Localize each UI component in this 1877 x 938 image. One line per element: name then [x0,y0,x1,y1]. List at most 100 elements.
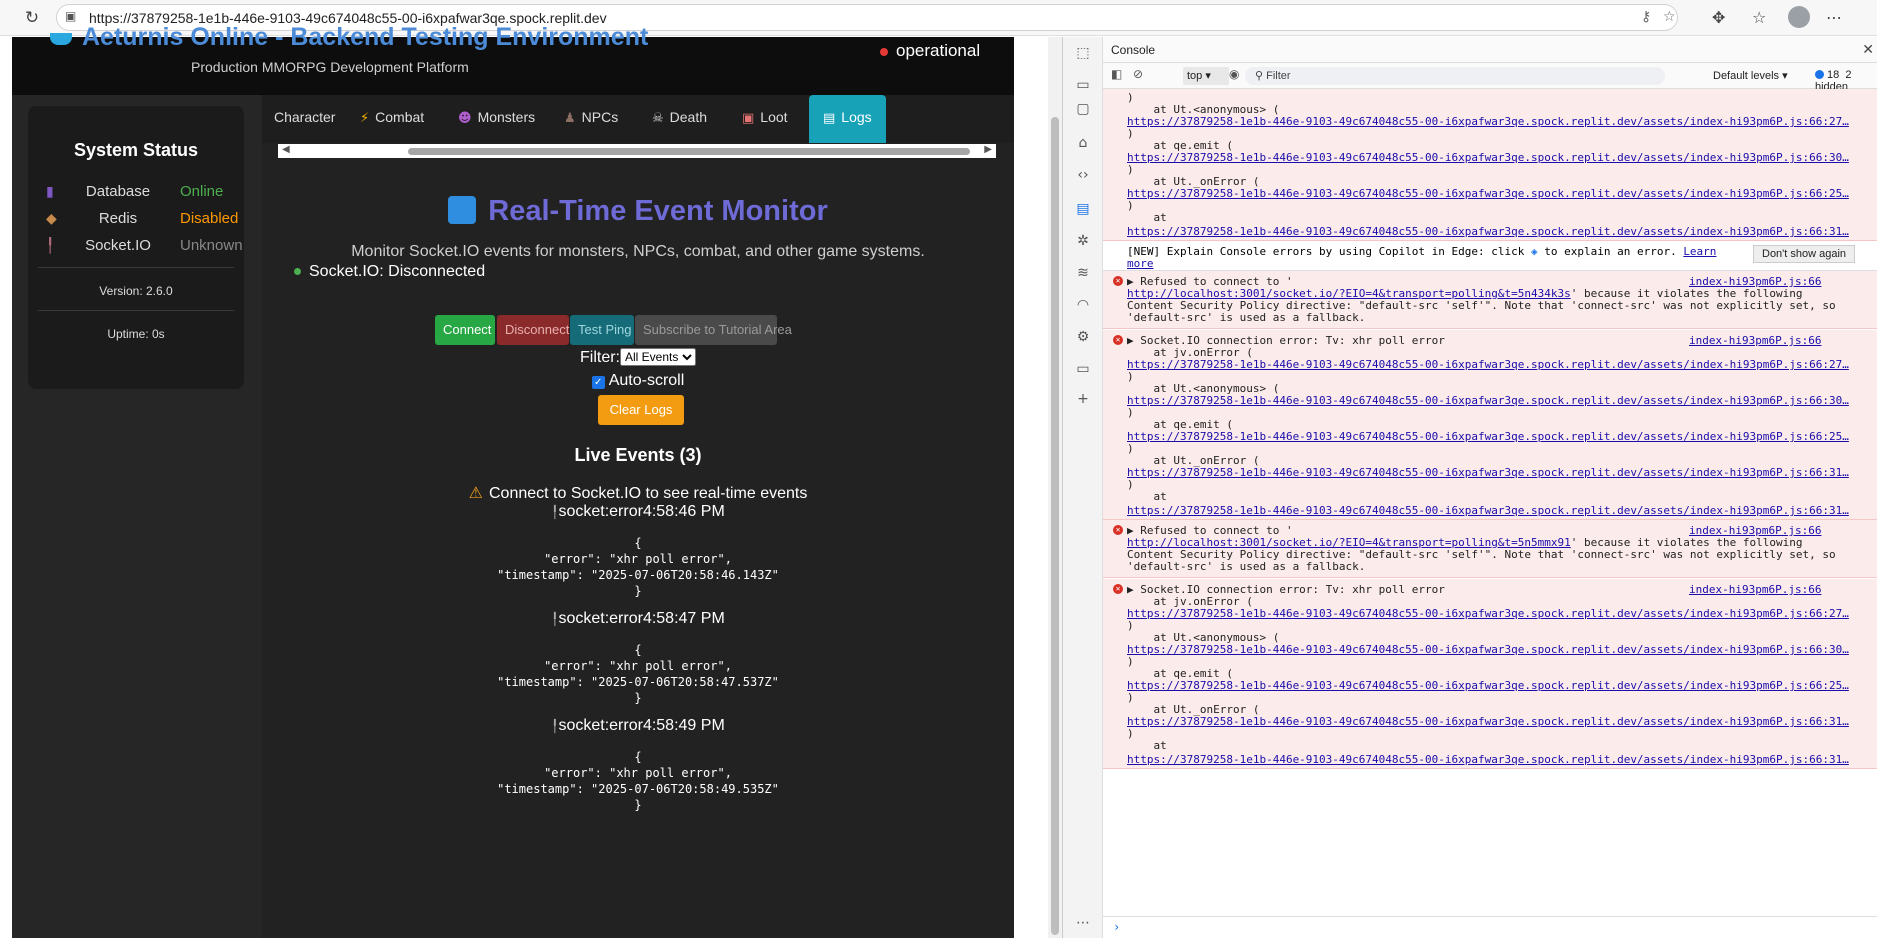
stack-link[interactable]: https://37879258-1e1b-446e-9103-49c67404… [1127,643,1849,656]
monitor-icon [448,196,477,224]
tab-monsters[interactable]: ☻ Monsters [458,95,535,143]
app-root: Aeturnis Online - Backend Testing Enviro… [12,23,1014,938]
payload-line: { [634,750,642,764]
tab-logs[interactable]: ▤ Logs [809,95,886,143]
favorite-star-icon[interactable]: ☆ [1663,9,1676,25]
console-filter-input[interactable]: ⚲ Filter [1245,67,1665,85]
person-icon: ♟ [564,111,576,126]
app-subtitle: Production MMORPG Development Platform [191,59,469,75]
tab-character[interactable]: Character [274,95,335,143]
source-link[interactable]: index-hi93pm6P.js:66 [1689,583,1821,596]
tip-tail: to explain an error. [1544,245,1677,258]
performance-icon[interactable]: ◠ [1073,295,1093,315]
window-icon[interactable]: ▢ [1073,99,1093,119]
server-status: operational [880,41,980,61]
disconnect-button[interactable]: Disconnect [497,315,569,345]
log-levels-select[interactable]: Default levels ▾ [1713,69,1788,82]
add-tool-icon[interactable]: + [1073,389,1093,409]
stack-link[interactable]: https://37879258-1e1b-446e-9103-49c67404… [1127,504,1849,517]
stack-link[interactable]: https://37879258-1e1b-446e-9103-49c67404… [1127,394,1849,407]
extensions-icon[interactable]: ✥ [1712,8,1725,27]
stack-link[interactable]: https://37879258-1e1b-446e-9103-49c67404… [1127,151,1849,164]
elements-icon[interactable]: ‹› [1073,165,1093,185]
dont-show-again-button[interactable]: Don't show again [1753,245,1856,263]
stack-link[interactable]: https://37879258-1e1b-446e-9103-49c67404… [1127,430,1849,443]
connection-status: Socket.IO: Disconnected [294,263,485,281]
close-devtools-icon[interactable]: ✕ [1862,41,1874,58]
system-status-heading: System Status [73,140,199,160]
divider [38,267,234,268]
autoscroll-checkbox[interactable]: ✓ [591,376,605,389]
clear-console-icon[interactable]: ⊘ [1133,67,1143,81]
welcome-icon[interactable]: ⌂ [1073,133,1093,153]
event-filter-select[interactable]: All Events [620,348,696,366]
chart-icon: ▤ [823,111,836,126]
context-select[interactable]: top ▾ [1183,67,1229,85]
page-scrollbar[interactable] [1048,37,1062,938]
page-scrollbar-thumb[interactable] [1051,117,1059,935]
connect-button[interactable]: Connect [435,315,495,345]
sources-icon[interactable]: ✲ [1073,231,1093,251]
stack-link[interactable]: https://37879258-1e1b-446e-9103-49c67404… [1127,607,1849,620]
payload-line: } [634,691,642,705]
event-type: socket:error [558,503,643,520]
stack-link[interactable]: https://37879258-1e1b-446e-9103-49c67404… [1127,358,1849,371]
stack-link[interactable]: https://37879258-1e1b-446e-9103-49c67404… [1127,679,1849,692]
tab-label: Combat [375,109,425,125]
tabs-scrollbar[interactable]: ◀ ▶ [278,144,996,158]
levels-label: Default levels [1713,70,1780,82]
status-name: Redis [98,210,138,227]
error-text: 'default-src' is used as a fallback. [1127,311,1366,324]
stack-link[interactable]: https://37879258-1e1b-446e-9103-49c67404… [1127,187,1849,200]
lightning-icon: ⚡ [360,111,370,126]
site-info-icon[interactable]: ▣ [65,9,76,23]
network-icon[interactable]: ≋ [1073,263,1093,283]
console-tab[interactable]: Console [1111,43,1155,57]
console-error-entry: ✕ ▶ Socket.IO connection error: Tv: xhr … [1103,579,1877,769]
tab-label: Death [669,109,708,125]
inspect-icon[interactable]: ⬚ [1073,43,1093,63]
console-prompt[interactable]: › [1103,916,1877,938]
settings-icon[interactable]: ⚙ [1073,327,1093,347]
copilot-icon[interactable]: ◈ [1531,245,1538,258]
reload-icon[interactable]: ↻ [22,8,42,28]
more-tools-icon[interactable]: ⋯ [1073,913,1093,933]
error-icon: ✕ [1113,525,1123,535]
console-error-entry: ✕ ▶ Socket.IO connection error: Tv: xhr … [1103,330,1877,520]
favorites-icon[interactable]: ☆ [1752,8,1766,27]
source-link[interactable]: index-hi93pm6P.js:66 [1689,334,1821,347]
application-icon[interactable]: ▭ [1073,359,1093,379]
sidebar-toggle-icon[interactable]: ◧ [1111,67,1122,81]
system-status-card: System Status ▮ Database Online ◆ Redis … [28,106,244,389]
eye-icon[interactable]: ◉ [1229,67,1239,81]
scrollbar-thumb[interactable] [408,148,970,155]
monitor-title-text: Real-Time Event Monitor [488,195,828,227]
key-icon[interactable]: ⚷ [1641,9,1651,25]
stack-link[interactable]: https://37879258-1e1b-446e-9103-49c67404… [1127,753,1849,766]
event-time: 4:58:49 PM [642,717,725,734]
scroll-right-icon[interactable]: ▶ [984,144,992,155]
tab-label: Logs [841,109,872,125]
autoscroll-row: ✓ Auto-scroll [262,372,1014,390]
tab-loot[interactable]: ▣ Loot [742,95,788,143]
subscribe-button[interactable]: Subscribe to Tutorial Area [635,315,792,345]
live-events-heading: Live Events (3) [574,445,702,465]
status-name: Database [85,183,151,200]
connection-dot-icon [294,268,301,276]
profile-avatar[interactable] [1788,6,1810,28]
stack-link[interactable]: https://37879258-1e1b-446e-9103-49c67404… [1127,225,1849,238]
console-icon[interactable]: ▤ [1073,199,1093,219]
test-ping-button[interactable]: Test Ping [570,315,634,345]
more-menu-icon[interactable]: ⋯ [1826,8,1842,27]
learn-more-link-2[interactable]: more [1127,257,1154,270]
stack-link[interactable]: https://37879258-1e1b-446e-9103-49c67404… [1127,715,1849,728]
scroll-left-icon[interactable]: ◀ [282,144,290,155]
clear-logs-button[interactable]: Clear Logs [598,395,684,425]
stack-link[interactable]: https://37879258-1e1b-446e-9103-49c67404… [1127,466,1849,479]
tab-npcs[interactable]: ♟ NPCs [564,95,618,143]
learn-more-link[interactable]: Learn [1683,245,1716,258]
tab-death[interactable]: ☠ Death [652,95,707,143]
tab-combat[interactable]: ⚡ Combat [360,95,424,143]
stack-link[interactable]: https://37879258-1e1b-446e-9103-49c67404… [1127,115,1849,128]
device-icon[interactable]: ▭ [1073,75,1093,95]
